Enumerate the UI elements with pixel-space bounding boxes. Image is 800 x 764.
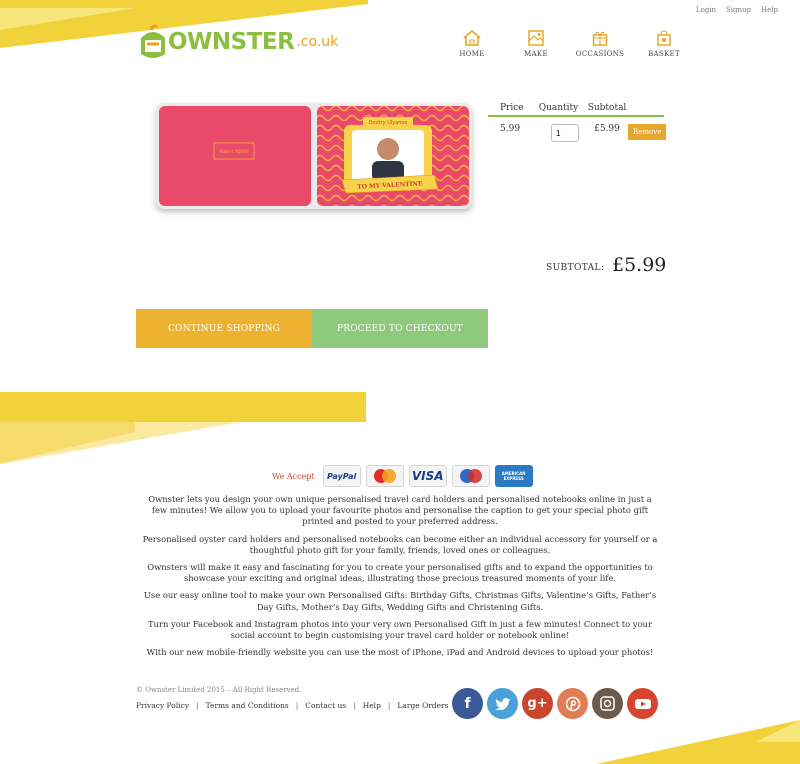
- quantity-input[interactable]: [551, 124, 579, 142]
- card-name-banner: Dmitry Ulyanov: [369, 120, 408, 126]
- gift-icon: [592, 31, 608, 46]
- social-links: f g+: [452, 688, 658, 719]
- subtotal-value: £5.99: [612, 254, 667, 276]
- card-holder-illustration: Make it YOURS Dmitry Ulyanov TO MY VALEN…: [159, 106, 469, 206]
- basket-icon: [657, 30, 671, 46]
- nav-home-label: HOME: [459, 50, 485, 58]
- footer-links: Privacy Policy | Terms and Conditions | Co…: [136, 701, 449, 710]
- row-price: 5.99: [500, 124, 521, 134]
- nav-occasions[interactable]: OCCASIONS: [568, 30, 632, 58]
- nav-make[interactable]: MAKE: [504, 30, 568, 58]
- visa-logo: VISA: [408, 465, 447, 487]
- terms-link[interactable]: Terms and Conditions: [206, 701, 289, 710]
- nav-basket-label: BASKET: [648, 50, 680, 58]
- logo-wordmark: OWNSTER: [168, 29, 295, 55]
- nav-occasions-label: OCCASIONS: [575, 50, 625, 58]
- help-footer-link[interactable]: Help: [363, 701, 381, 710]
- subtotal-header: Subtotal: [587, 102, 627, 113]
- copyright: © Ownster Limited 2015 – All Right Reser…: [136, 686, 302, 694]
- mid-left-ribbon: [0, 392, 366, 464]
- nav-home[interactable]: HOME: [440, 30, 504, 58]
- quantity-header: Quantity: [538, 102, 579, 113]
- facebook-icon[interactable]: f: [452, 688, 483, 719]
- card-inner-text: Make it YOURS: [219, 149, 249, 154]
- youtube-icon[interactable]: [627, 688, 658, 719]
- subtotal-label: SUBTOTAL:: [546, 263, 605, 273]
- about-paragraph: Personalised oyster card holders and per…: [142, 533, 658, 555]
- about-paragraph: Ownsters will make it easy and fascinati…: [147, 562, 653, 584]
- price-header: Price: [500, 102, 524, 113]
- continue-shopping-button[interactable]: CONTINUE SHOPPING: [136, 309, 312, 348]
- about-paragraph: With our new mobile-friendly website you…: [146, 647, 654, 658]
- logo-domain: .co.uk: [296, 34, 339, 50]
- payment-methods: We Accept PayPal VISA AMERICAN EXPRESS: [272, 465, 533, 487]
- we-accept-label: We Accept: [272, 471, 315, 481]
- nav-make-label: MAKE: [524, 50, 548, 58]
- home-icon: [463, 30, 481, 46]
- main-nav: HOME MAKE OCCASIONS BASKET: [440, 30, 696, 58]
- pinterest-icon[interactable]: [557, 688, 588, 719]
- row-subtotal: £5.99: [594, 124, 620, 134]
- proceed-to-checkout-button[interactable]: PROCEED TO CHECKOUT: [312, 309, 488, 348]
- cart-row: 5.99 £5.99 Remove: [488, 117, 667, 142]
- signup-link[interactable]: Signup: [726, 6, 751, 14]
- instagram-icon[interactable]: [592, 688, 623, 719]
- product-image: Make it YOURS Dmitry Ulyanov TO MY VALEN…: [156, 103, 472, 209]
- googleplus-icon[interactable]: g+: [522, 688, 553, 719]
- maestro-logo: [451, 465, 490, 487]
- nav-basket[interactable]: BASKET: [632, 30, 696, 58]
- about-text: Ownster lets you design your own unique …: [140, 494, 660, 664]
- about-paragraph: Ownster lets you design your own unique …: [148, 494, 652, 527]
- twitter-icon[interactable]: [487, 688, 518, 719]
- login-link[interactable]: Login: [696, 6, 716, 14]
- about-paragraph: Turn your Facebook and Instagram photos …: [147, 618, 653, 641]
- large-orders-link[interactable]: Large Orders: [397, 701, 448, 710]
- remove-button[interactable]: Remove: [628, 124, 667, 140]
- logo[interactable]: OWNSTER .co.uk: [138, 24, 338, 60]
- cart-table: Price Quantity Subtotal 5.99 £5.99 Remov…: [488, 100, 667, 142]
- contact-link[interactable]: Contact us: [305, 701, 346, 710]
- mastercard-logo: [365, 465, 404, 487]
- top-links: Login Signup Help: [696, 6, 778, 14]
- make-icon: [528, 30, 544, 46]
- amex-logo: AMERICAN EXPRESS: [494, 465, 533, 487]
- about-paragraph: Use our easy online tool to make your ow…: [143, 590, 657, 612]
- bottom-right-ribbon: [596, 720, 800, 764]
- logo-mark-icon: [141, 24, 165, 58]
- paypal-logo: PayPal: [322, 465, 361, 487]
- help-link[interactable]: Help: [761, 6, 778, 14]
- privacy-policy-link[interactable]: Privacy Policy: [136, 701, 189, 710]
- cart-header: Price Quantity Subtotal: [488, 100, 664, 117]
